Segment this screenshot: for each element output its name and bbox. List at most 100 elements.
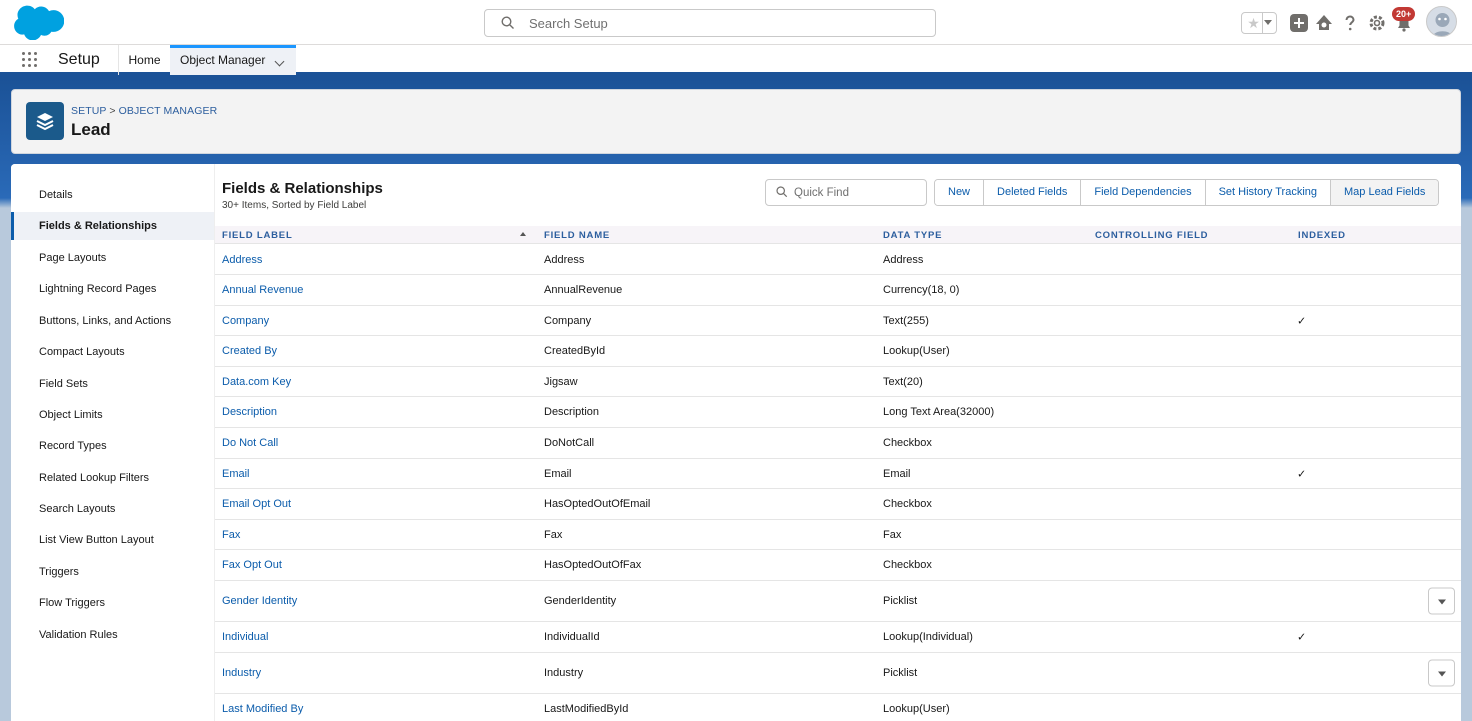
field-api-name: Address <box>544 253 585 266</box>
field-label-link[interactable]: Fax Opt Out <box>222 559 282 571</box>
trailhead-icon[interactable] <box>1314 13 1334 33</box>
sidebar-item-search-layouts[interactable]: Search Layouts <box>11 495 214 523</box>
sidebar-item-lightning-record-pages[interactable]: Lightning Record Pages <box>11 275 214 303</box>
gear-icon[interactable] <box>1367 13 1387 33</box>
global-header: ★ 20+ <box>0 0 1472 45</box>
tab-home[interactable]: Home <box>118 45 170 75</box>
favorites-star-icon[interactable]: ★ <box>1245 13 1263 33</box>
set-history-tracking-button[interactable]: Set History Tracking <box>1205 180 1331 205</box>
field-label-link[interactable]: Industry <box>222 667 261 679</box>
field-label-link[interactable]: Created By <box>222 345 277 357</box>
column-header-data-type[interactable]: DATA TYPE <box>883 230 942 241</box>
field-api-name: Email <box>544 467 572 480</box>
field-label-link[interactable]: Individual <box>222 631 268 643</box>
field-label-link[interactable]: Annual Revenue <box>222 284 303 296</box>
table-row: Data.com Key Jigsaw Text(20) <box>215 367 1461 397</box>
field-label-link[interactable]: Last Modified By <box>222 703 303 715</box>
tab-object-manager[interactable]: Object Manager <box>170 45 296 75</box>
breadcrumb-setup[interactable]: SETUP <box>71 105 106 117</box>
field-label-link[interactable]: Gender Identity <box>222 595 297 607</box>
favorites-button[interactable]: ★ <box>1241 12 1277 34</box>
sidebar-item-flow-triggers[interactable]: Flow Triggers <box>11 589 214 617</box>
column-header-field-name[interactable]: FIELD NAME <box>544 230 610 241</box>
app-launcher-icon[interactable] <box>22 52 38 68</box>
chevron-down-icon[interactable] <box>274 56 285 67</box>
field-label-link[interactable]: Description <box>222 406 277 418</box>
new-button[interactable]: New <box>935 180 985 205</box>
sidebar-item-field-sets[interactable]: Field Sets <box>11 370 214 398</box>
table-row: Created By CreatedById Lookup(User) <box>215 336 1461 367</box>
sidebar-item-label: Compact Layouts <box>39 346 125 358</box>
object-page-header: SETUP > OBJECT MANAGER Lead <box>11 89 1461 154</box>
chevron-down-icon[interactable] <box>1264 20 1272 25</box>
field-label-link[interactable]: Email Opt Out <box>222 498 291 510</box>
field-label-link[interactable]: Company <box>222 315 269 327</box>
field-dependencies-button[interactable]: Field Dependencies <box>1081 180 1206 205</box>
sidebar-item-details[interactable]: Details <box>11 181 214 209</box>
field-api-name: LastModifiedById <box>544 702 629 715</box>
sidebar-item-triggers[interactable]: Triggers <box>11 558 214 586</box>
field-label-link[interactable]: Fax <box>222 529 240 541</box>
sidebar-item-validation-rules[interactable]: Validation Rules <box>11 621 214 649</box>
field-data-type: Picklist <box>883 667 918 679</box>
field-data-type: Picklist <box>883 595 918 607</box>
table-row: Company Company Text(255) ✓ <box>215 306 1461 336</box>
help-icon[interactable] <box>1340 13 1360 33</box>
sidebar-item-label: Page Layouts <box>39 252 107 264</box>
breadcrumb: SETUP > OBJECT MANAGER <box>71 105 217 117</box>
avatar[interactable] <box>1426 6 1457 37</box>
field-label-link[interactable]: Data.com Key <box>222 376 291 388</box>
field-api-name: Company <box>544 314 592 327</box>
sidebar-item-buttons-links-actions[interactable]: Buttons, Links, and Actions <box>11 307 214 335</box>
sidebar-item-list-view-button-layout[interactable]: List View Button Layout <box>11 526 214 554</box>
fields-relationships-panel: Fields & Relationships 30+ Items, Sorted… <box>214 164 1461 721</box>
search-input[interactable] <box>529 14 909 32</box>
quick-find[interactable] <box>765 179 927 206</box>
sort-ascending-icon[interactable] <box>520 232 526 236</box>
sidebar-item-label: Related Lookup Filters <box>39 472 150 484</box>
map-lead-fields-button[interactable]: Map Lead Fields <box>1331 180 1439 205</box>
section-title: Fields & Relationships <box>222 180 383 197</box>
field-label-link[interactable]: Email <box>222 468 250 480</box>
sidebar-item-related-lookup-filters[interactable]: Related Lookup Filters <box>11 464 214 492</box>
sidebar-item-label: List View Button Layout <box>39 534 154 546</box>
deleted-fields-button[interactable]: Deleted Fields <box>984 180 1082 205</box>
column-header-controlling-field[interactable]: CONTROLLING FIELD <box>1095 230 1208 241</box>
sidebar-item-object-limits[interactable]: Object Limits <box>11 401 214 429</box>
table-row: Industry Industry Picklist <box>215 653 1461 694</box>
field-api-name: IndividualId <box>544 631 600 643</box>
table-row: Fax Fax Fax <box>215 520 1461 550</box>
field-api-name: AnnualRevenue <box>544 284 623 296</box>
field-data-type: Currency(18, 0) <box>883 284 960 296</box>
row-actions-button[interactable] <box>1428 587 1455 615</box>
object-stack-icon <box>26 102 64 140</box>
breadcrumb-object-manager[interactable]: OBJECT MANAGER <box>119 105 218 117</box>
sidebar-item-page-layouts[interactable]: Page Layouts <box>11 244 214 272</box>
sidebar-item-fields-relationships[interactable]: Fields & Relationships <box>11 212 214 240</box>
field-api-name: HasOptedOutOfEmail <box>544 498 651 510</box>
quick-find-input[interactable] <box>794 184 919 201</box>
field-api-name: CreatedById <box>544 345 606 357</box>
sidebar-item-label: Validation Rules <box>39 629 118 641</box>
search-icon <box>776 186 788 198</box>
field-data-type: Checkbox <box>883 437 932 449</box>
table-row: Description Description Long Text Area(320… <box>215 397 1461 428</box>
sidebar-item-label: Record Types <box>39 440 107 452</box>
field-label-link[interactable]: Do Not Call <box>222 437 278 449</box>
column-header-indexed[interactable]: INDEXED <box>1298 230 1346 241</box>
salesforce-logo[interactable] <box>14 5 64 40</box>
field-label-link[interactable]: Address <box>222 254 262 266</box>
tab-object-manager-label: Object Manager <box>180 53 266 67</box>
field-data-type: Text(20) <box>883 375 923 388</box>
field-api-name: Description <box>544 406 600 418</box>
breadcrumb-separator: > <box>109 105 116 117</box>
add-icon[interactable] <box>1289 13 1309 33</box>
sidebar-item-compact-layouts[interactable]: Compact Layouts <box>11 338 214 366</box>
sidebar-item-label: Flow Triggers <box>39 597 106 609</box>
row-actions-button[interactable] <box>1428 659 1455 687</box>
sidebar-item-record-types[interactable]: Record Types <box>11 432 214 460</box>
global-search[interactable] <box>484 9 936 37</box>
column-header-field-label[interactable]: FIELD LABEL <box>222 230 293 241</box>
table-row: Email Opt Out HasOptedOutOfEmail Checkbox <box>215 489 1461 520</box>
sidebar-item-label: Field Sets <box>39 378 88 390</box>
